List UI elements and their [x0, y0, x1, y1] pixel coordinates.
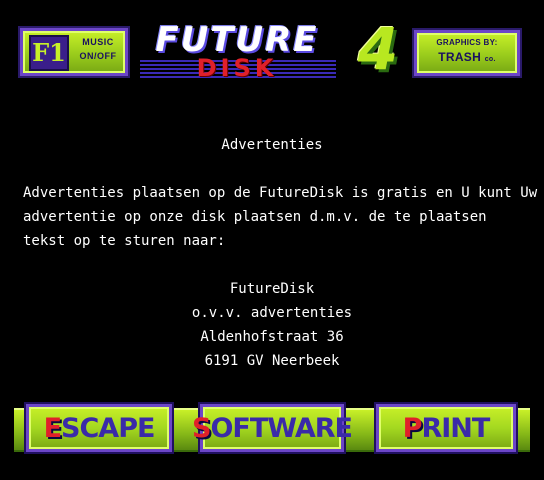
paragraph-line-1: Advertenties plaatsen op de FutureDisk i…	[23, 185, 538, 201]
software-button-label: SOFTWARE	[192, 412, 353, 444]
escape-button[interactable]: ESCAPE	[26, 404, 172, 452]
address-line-3: Aldenhofstraat 36	[200, 329, 344, 345]
bottom-bar-right	[514, 408, 530, 452]
address-line-1: FutureDisk	[229, 281, 315, 297]
software-button[interactable]: SOFTWARE	[192, 404, 353, 452]
address-line-4: 6191 GV Neerbeek	[204, 353, 340, 369]
software-label-rest: OFTWARE	[210, 412, 353, 444]
escape-label-rest: SCAPE	[61, 412, 155, 444]
print-hotkey: P	[402, 412, 423, 444]
escape-button-label: ESCAPE	[43, 412, 156, 444]
paragraph-line-3: tekst op te sturen naar:	[23, 233, 226, 249]
print-label-rest: RINT	[421, 412, 490, 444]
article-title: Advertenties	[221, 137, 323, 153]
print-button-label: PRINT	[402, 412, 491, 444]
software-hotkey: S	[192, 412, 211, 444]
paragraph-line-2: advertentie op onze disk plaatsen d.m.v.…	[23, 209, 487, 225]
print-button[interactable]: PRINT	[376, 404, 516, 452]
escape-hotkey: E	[43, 412, 62, 444]
address-line-2: o.v.v. advertenties	[191, 305, 353, 321]
